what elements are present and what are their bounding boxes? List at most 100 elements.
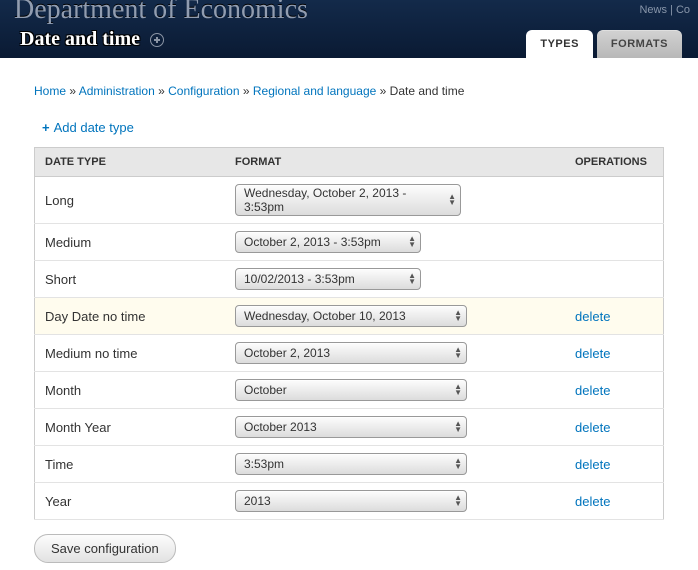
format-select-value: 2013 [244,494,271,508]
crumb-sep: » [243,84,253,98]
cell-format: 10/02/2013 - 3:53pm ▲▼ [225,261,565,298]
format-select[interactable]: Wednesday, October 10, 2013 ▲▼ [235,305,467,327]
updown-icon: ▲▼ [454,421,462,433]
date-types-table: DATE TYPE FORMAT OPERATIONS Long Wednesda… [34,147,664,520]
format-select[interactable]: 2013 ▲▼ [235,490,467,512]
delete-link[interactable]: delete [575,346,610,361]
format-select-value: October 2, 2013 - 3:53pm [244,235,381,249]
add-date-type-link[interactable]: Add date type [54,120,134,135]
th-date-type: DATE TYPE [35,148,226,177]
crumb-config[interactable]: Configuration [168,84,239,98]
cell-format: 3:53pm ▲▼ [225,446,565,483]
cell-format: October 2, 2013 ▲▼ [225,335,565,372]
table-row: Year 2013 ▲▼ delete [35,483,664,520]
plus-circle-icon[interactable] [150,33,164,47]
format-select[interactable]: October 2, 2013 - 3:53pm ▲▼ [235,231,421,253]
updown-icon: ▲▼ [454,310,462,322]
th-format: FORMAT [225,148,565,177]
updown-icon: ▲▼ [408,273,416,285]
table-row: Long Wednesday, October 2, 2013 - 3:53pm ▲… [35,177,664,224]
cell-date-type: Month [35,372,226,409]
updown-icon: ▲▼ [454,347,462,359]
cell-operations: delete [565,409,664,446]
cell-operations: delete [565,335,664,372]
crumb-sep: » [380,84,390,98]
cell-date-type: Short [35,261,226,298]
cell-operations: delete [565,298,664,335]
format-select[interactable]: October 2, 2013 ▲▼ [235,342,467,364]
delete-link[interactable]: delete [575,309,610,324]
th-operations: OPERATIONS [565,148,664,177]
table-row: Month Year October 2013 ▲▼ delete [35,409,664,446]
plus-icon: + [42,120,50,135]
content: Home » Administration » Configuration » … [0,58,698,570]
format-select[interactable]: October 2013 ▲▼ [235,416,467,438]
topnav-news[interactable]: News [639,4,667,16]
cell-format: October ▲▼ [225,372,565,409]
cell-format: October 2013 ▲▼ [225,409,565,446]
cell-date-type: Day Date no time [35,298,226,335]
table-row: Month October ▲▼ delete [35,372,664,409]
crumb-current: Date and time [390,84,465,98]
cell-date-type: Time [35,446,226,483]
topnav-co[interactable]: Co [676,4,690,16]
page-title: Date and time [20,28,140,51]
format-select-value: Wednesday, October 10, 2013 [244,309,406,323]
updown-icon: ▲▼ [408,236,416,248]
crumb-sep: » [158,84,168,98]
cell-format: October 2, 2013 - 3:53pm ▲▼ [225,224,565,261]
page-title-wrap: Date and time [20,28,164,51]
crumb-home[interactable]: Home [34,84,66,98]
cell-date-type: Long [35,177,226,224]
updown-icon: ▲▼ [448,194,456,206]
cell-format: Wednesday, October 2, 2013 - 3:53pm ▲▼ [225,177,565,224]
cell-date-type: Month Year [35,409,226,446]
breadcrumb: Home » Administration » Configuration » … [34,84,664,98]
delete-link[interactable]: delete [575,420,610,435]
site-department: Department of Economics [14,0,308,26]
cell-operations: delete [565,446,664,483]
format-select[interactable]: October ▲▼ [235,379,467,401]
format-select[interactable]: 3:53pm ▲▼ [235,453,467,475]
format-select-value: October [244,383,287,397]
format-select-value: 10/02/2013 - 3:53pm [244,272,355,286]
cell-operations [565,177,664,224]
cell-operations [565,261,664,298]
crumb-admin[interactable]: Administration [79,84,155,98]
tabs: TYPES FORMATS [526,30,682,58]
topbar: Department of Economics News | Co Date a… [0,0,698,58]
add-date-type[interactable]: + Add date type [42,120,664,135]
crumb-sep: » [69,84,78,98]
delete-link[interactable]: delete [575,457,610,472]
format-select-value: 3:53pm [244,457,284,471]
format-select[interactable]: 10/02/2013 - 3:53pm ▲▼ [235,268,421,290]
table-row: Medium no time October 2, 2013 ▲▼ delete [35,335,664,372]
table-row: Time 3:53pm ▲▼ delete [35,446,664,483]
cell-operations: delete [565,483,664,520]
delete-link[interactable]: delete [575,494,610,509]
table-row: Short 10/02/2013 - 3:53pm ▲▼ [35,261,664,298]
cell-format: Wednesday, October 10, 2013 ▲▼ [225,298,565,335]
format-select-value: October 2013 [244,420,317,434]
format-select-value: Wednesday, October 2, 2013 - 3:53pm [244,186,442,214]
cell-operations [565,224,664,261]
cell-format: 2013 ▲▼ [225,483,565,520]
delete-link[interactable]: delete [575,383,610,398]
table-row: Day Date no time Wednesday, October 10, 2… [35,298,664,335]
table-row: Medium October 2, 2013 - 3:53pm ▲▼ [35,224,664,261]
cell-date-type: Medium [35,224,226,261]
cell-operations: delete [565,372,664,409]
top-nav: News | Co [639,4,690,16]
tab-types[interactable]: TYPES [526,30,593,58]
updown-icon: ▲▼ [454,384,462,396]
tab-formats[interactable]: FORMATS [597,30,682,58]
save-configuration-button[interactable]: Save configuration [34,534,176,563]
crumb-regional[interactable]: Regional and language [253,84,376,98]
format-select-value: October 2, 2013 [244,346,330,360]
cell-date-type: Year [35,483,226,520]
updown-icon: ▲▼ [454,495,462,507]
format-select[interactable]: Wednesday, October 2, 2013 - 3:53pm ▲▼ [235,184,461,216]
cell-date-type: Medium no time [35,335,226,372]
table-header-row: DATE TYPE FORMAT OPERATIONS [35,148,664,177]
updown-icon: ▲▼ [454,458,462,470]
